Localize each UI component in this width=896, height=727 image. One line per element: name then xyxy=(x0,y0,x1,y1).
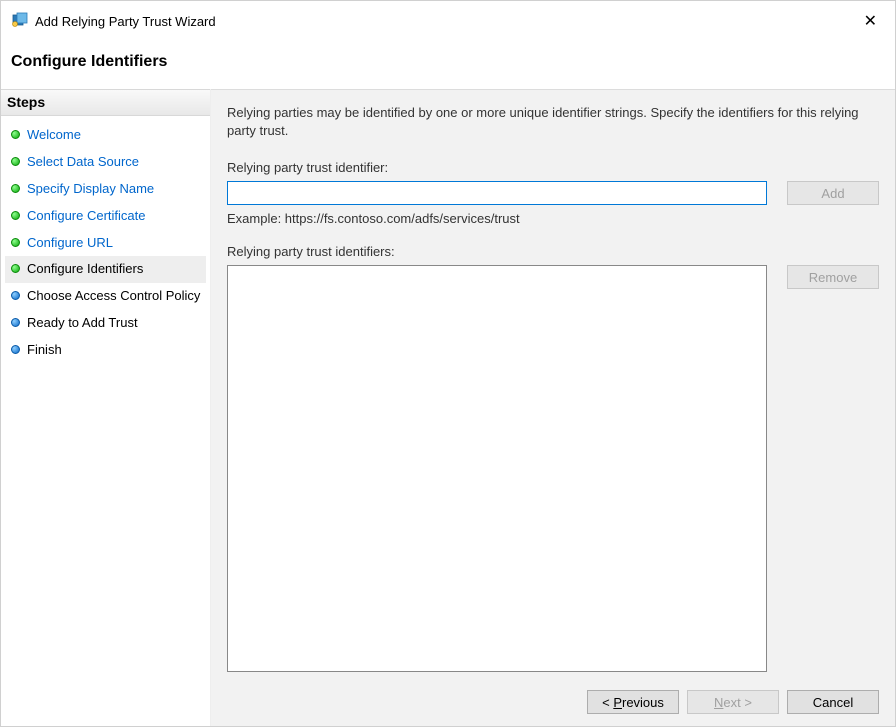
step-label: Finish xyxy=(27,342,62,359)
remove-button[interactable]: Remove xyxy=(787,265,879,289)
titlebar-left: Add Relying Party Trust Wizard xyxy=(11,11,216,32)
step-configure-certificate[interactable]: Configure Certificate xyxy=(5,203,206,230)
steps-header: Steps xyxy=(1,89,210,116)
step-specify-display-name[interactable]: Specify Display Name xyxy=(5,176,206,203)
step-bullet-icon xyxy=(11,211,20,220)
wizard-footer: < Previous Next > Cancel xyxy=(587,676,879,714)
identifier-label: Relying party trust identifier: xyxy=(227,160,879,175)
description-text: Relying parties may be identified by one… xyxy=(227,104,879,140)
example-text: Example: https://fs.contoso.com/adfs/ser… xyxy=(227,211,879,226)
app-icon xyxy=(11,11,29,32)
step-bullet-icon xyxy=(11,264,20,273)
step-finish[interactable]: Finish xyxy=(5,337,206,364)
step-label: Configure Certificate xyxy=(27,208,146,225)
step-configure-identifiers[interactable]: Configure Identifiers xyxy=(5,256,206,283)
next-button[interactable]: Next > xyxy=(687,690,779,714)
previous-button[interactable]: < Previous xyxy=(587,690,679,714)
wizard-body: Steps Welcome Select Data Source Specify… xyxy=(1,89,895,726)
step-label: Select Data Source xyxy=(27,154,139,171)
step-label: Specify Display Name xyxy=(27,181,154,198)
step-label: Welcome xyxy=(27,127,81,144)
cancel-button[interactable]: Cancel xyxy=(787,690,879,714)
step-label: Ready to Add Trust xyxy=(27,315,138,332)
step-bullet-icon xyxy=(11,184,20,193)
step-label: Configure URL xyxy=(27,235,113,252)
step-bullet-icon xyxy=(11,291,20,300)
identifier-input-row: Add xyxy=(227,181,879,205)
identifiers-row: Remove xyxy=(227,265,879,672)
step-bullet-icon xyxy=(11,345,20,354)
window-title: Add Relying Party Trust Wizard xyxy=(35,14,216,29)
step-configure-url[interactable]: Configure URL xyxy=(5,230,206,257)
step-welcome[interactable]: Welcome xyxy=(5,122,206,149)
wizard-header: Configure Identifiers xyxy=(1,41,895,89)
step-ready-to-add-trust[interactable]: Ready to Add Trust xyxy=(5,310,206,337)
titlebar: Add Relying Party Trust Wizard ✕ xyxy=(1,1,895,41)
step-select-data-source[interactable]: Select Data Source xyxy=(5,149,206,176)
identifiers-list-label: Relying party trust identifiers: xyxy=(227,244,879,259)
steps-sidebar: Steps Welcome Select Data Source Specify… xyxy=(1,89,211,726)
step-choose-access-control-policy[interactable]: Choose Access Control Policy xyxy=(5,283,206,310)
step-bullet-icon xyxy=(11,130,20,139)
identifiers-listbox[interactable] xyxy=(227,265,767,672)
main-panel: Relying parties may be identified by one… xyxy=(211,89,895,726)
step-bullet-icon xyxy=(11,318,20,327)
identifier-input[interactable] xyxy=(227,181,767,205)
step-label: Choose Access Control Policy xyxy=(27,288,200,305)
step-label: Configure Identifiers xyxy=(27,261,143,278)
add-button[interactable]: Add xyxy=(787,181,879,205)
step-bullet-icon xyxy=(11,157,20,166)
steps-list: Welcome Select Data Source Specify Displ… xyxy=(1,116,210,370)
step-bullet-icon xyxy=(11,238,20,247)
page-title: Configure Identifiers xyxy=(11,53,885,71)
close-button[interactable]: ✕ xyxy=(856,7,885,35)
wizard-window: Add Relying Party Trust Wizard ✕ Configu… xyxy=(0,0,896,727)
